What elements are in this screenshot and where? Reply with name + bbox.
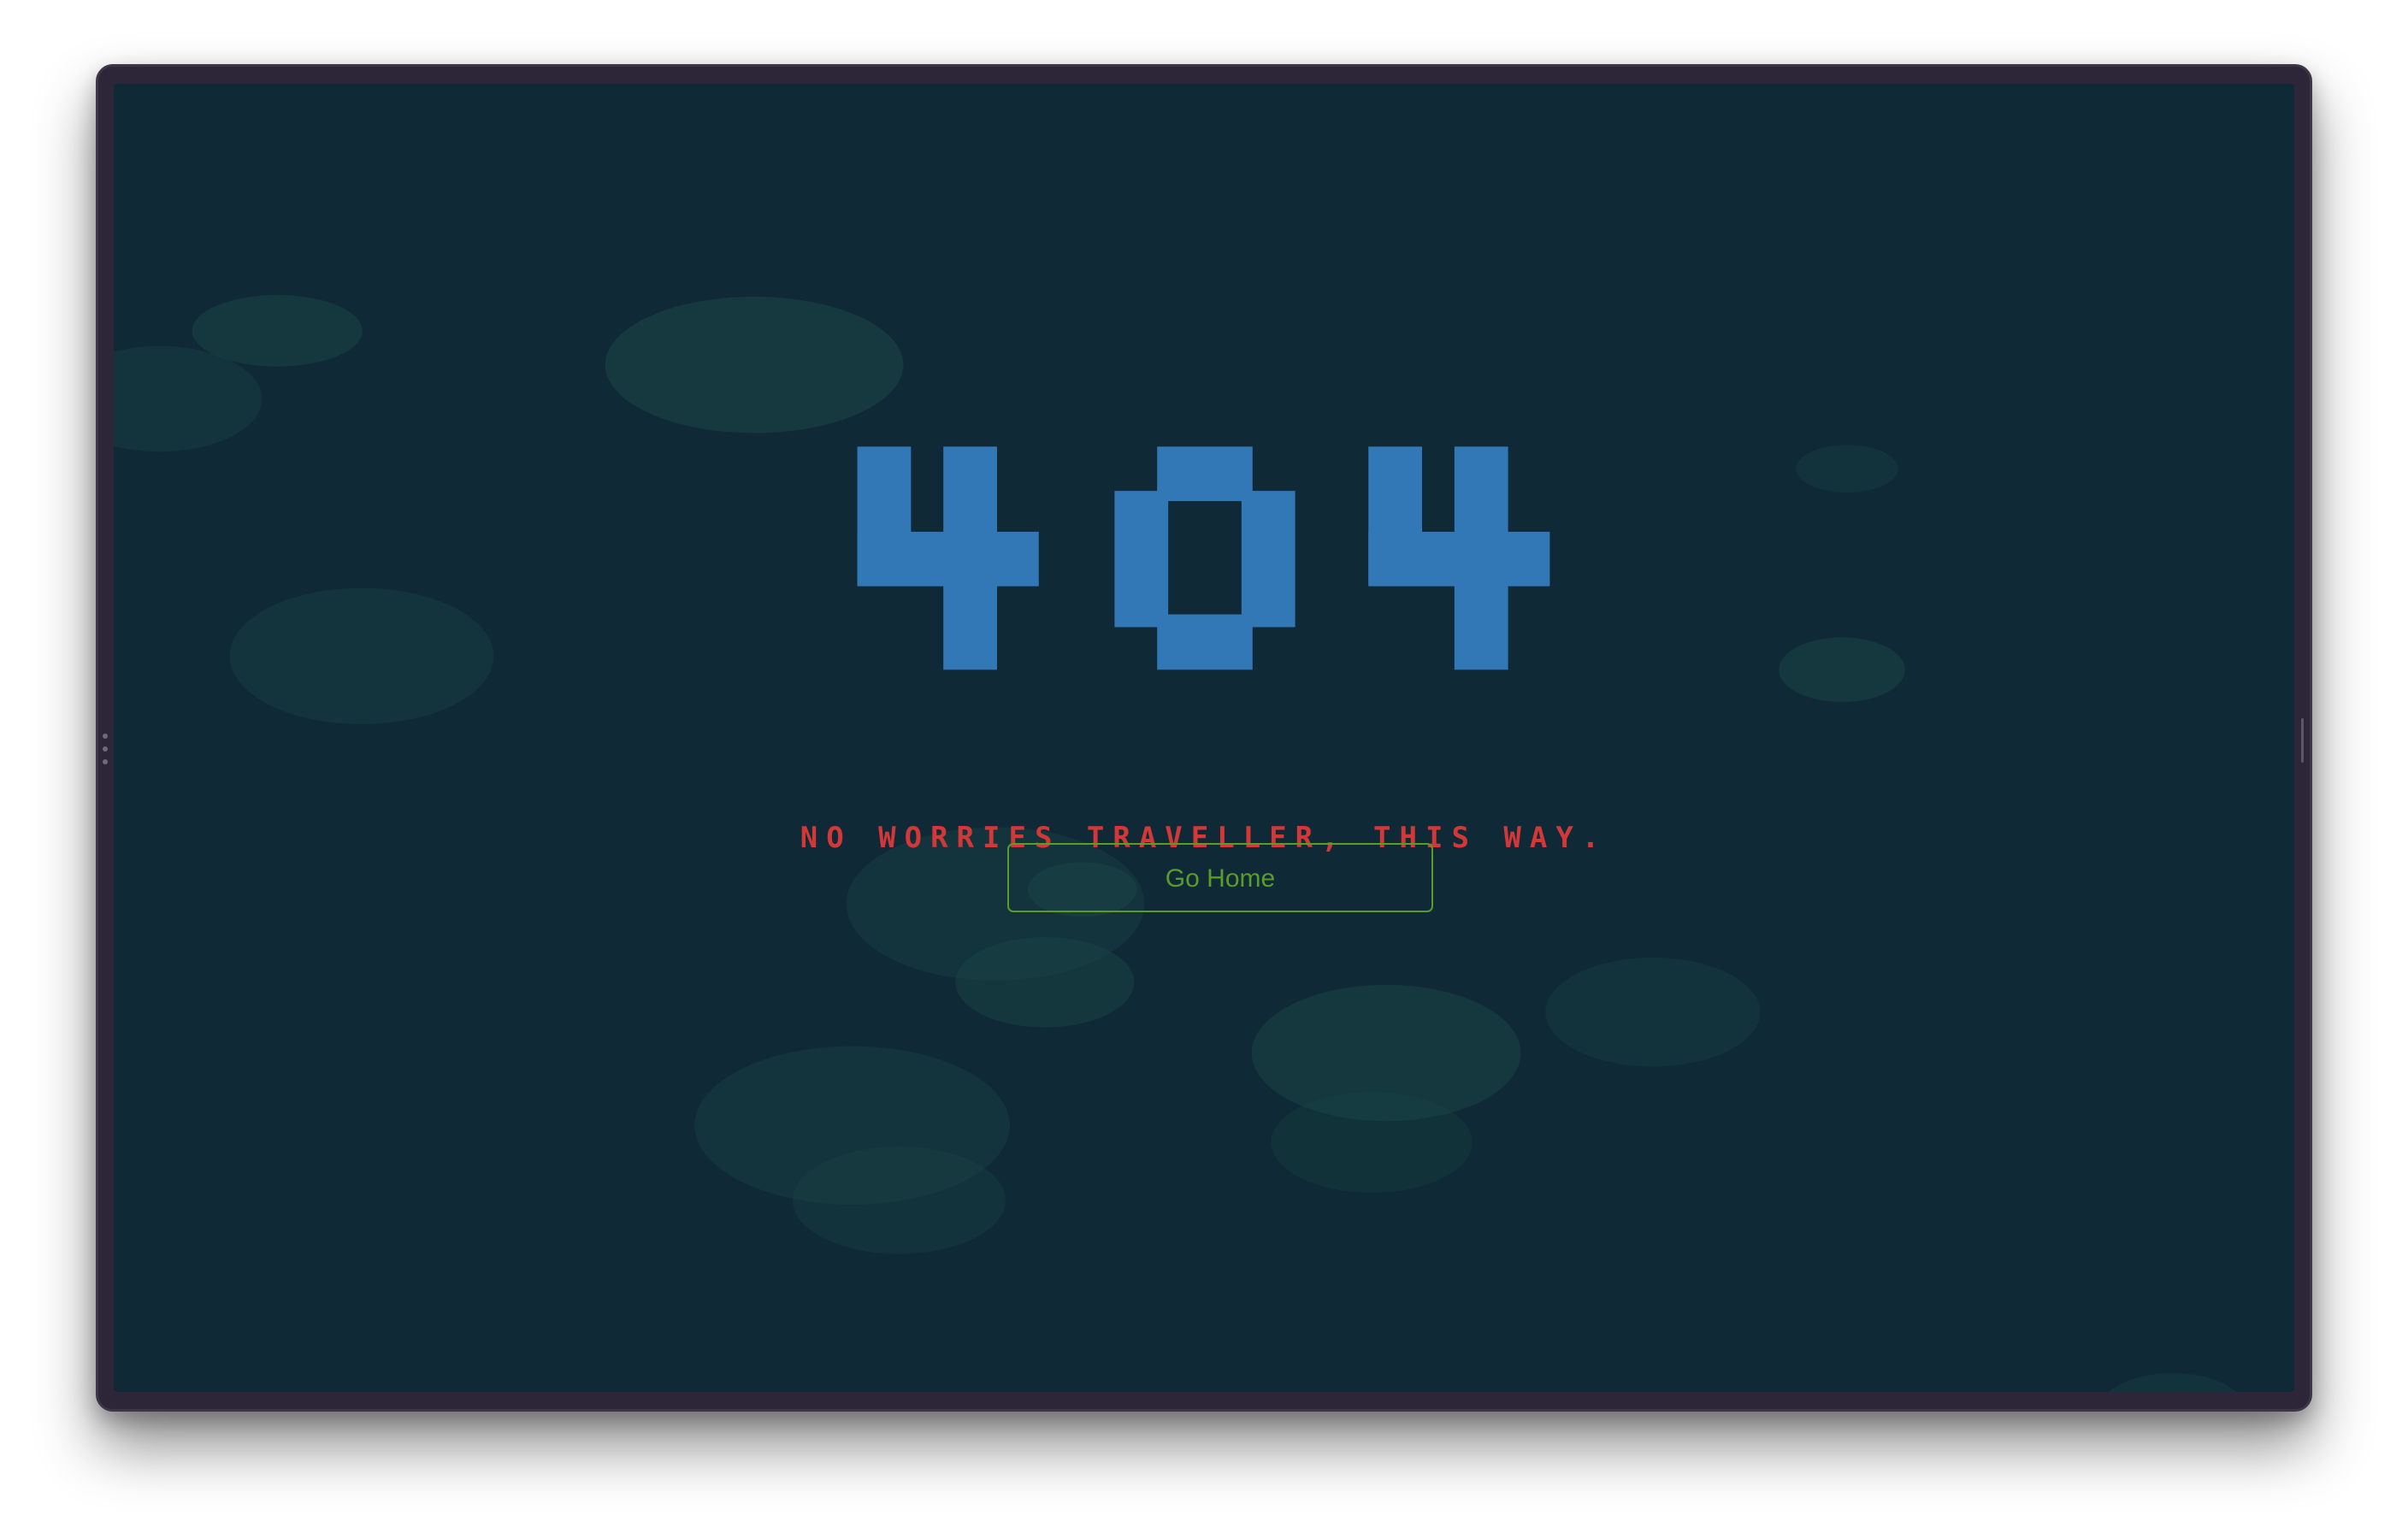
background-bubbles — [114, 295, 2236, 1392]
handle-slit-icon — [2301, 718, 2304, 763]
background-bubble — [1271, 1092, 1473, 1193]
background-bubble — [2109, 1373, 2236, 1392]
device-frame: NO WORRIES TRAVELLER, THIS WAY. Go Home — [96, 64, 2312, 1412]
handle-dots-icon — [103, 734, 109, 771]
background-bubble — [792, 1147, 1006, 1254]
background-bubble — [1779, 637, 1905, 703]
background-bubble — [955, 937, 1135, 1028]
background-bubble — [605, 297, 904, 433]
background-bubble — [229, 587, 494, 725]
go-home-button[interactable]: Go Home — [1007, 843, 1433, 912]
error-page: NO WORRIES TRAVELLER, THIS WAY. Go Home — [114, 84, 2294, 1392]
background-bubble — [1545, 957, 1761, 1067]
background-bubble — [1796, 445, 1898, 493]
